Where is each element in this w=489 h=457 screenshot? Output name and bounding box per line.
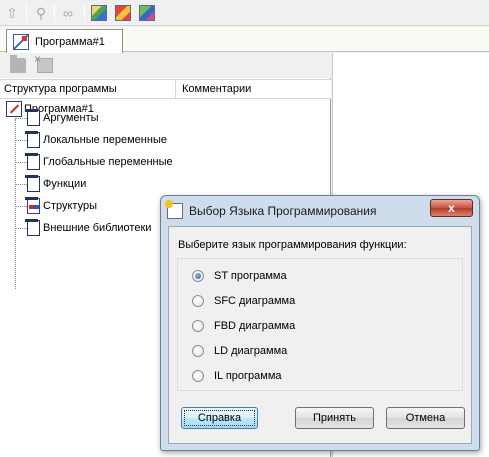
tree-branch	[15, 205, 27, 207]
tree-item-label: Структуры	[43, 200, 97, 212]
dialog-title: Выбор Языка Программирования	[189, 204, 377, 218]
column-comments[interactable]: Комментарии	[176, 80, 251, 98]
tree-item-label: Аргументы	[43, 112, 99, 124]
radio-label: IL программа	[214, 370, 282, 382]
document-icon	[25, 153, 40, 170]
document-icon	[25, 219, 40, 236]
radio-il-program[interactable]: IL программа	[192, 368, 282, 384]
tree-branch	[15, 161, 27, 163]
tree-branch	[15, 183, 27, 185]
tree-item-external-libraries[interactable]: Внешние библиотеки	[15, 217, 151, 239]
radio-label: FBD диаграмма	[214, 320, 296, 332]
radio-button[interactable]	[192, 270, 204, 282]
close-icon: x	[448, 201, 455, 215]
accept-button-label: Принять	[313, 412, 356, 424]
help-button-label: Справка	[197, 412, 242, 424]
language-radio-group: ST программа SFC диаграмма FBD диаграмма…	[177, 258, 463, 391]
pin-icon[interactable]: ⚲	[31, 3, 51, 23]
radio-sfc-diagram[interactable]: SFC диаграмма	[192, 293, 295, 309]
radio-button[interactable]	[192, 370, 204, 382]
structure-icon	[25, 197, 40, 214]
tree-item-structures[interactable]: Структуры	[15, 195, 97, 217]
folder-icon[interactable]	[10, 55, 26, 73]
toolbar-separator	[54, 4, 55, 22]
radio-button[interactable]	[192, 345, 204, 357]
view-icon-3[interactable]	[137, 3, 157, 23]
document-icon	[25, 175, 40, 192]
tree-branch	[15, 117, 27, 119]
tree-column-header: Структура программы Комментарии	[0, 79, 331, 99]
column-structure[interactable]: Структура программы	[0, 80, 176, 98]
tree-item-local-variables[interactable]: Локальные переменные	[15, 129, 167, 151]
close-button[interactable]: x	[430, 199, 473, 217]
view-icon-2[interactable]	[113, 3, 133, 23]
tree-item-label: Глобальные переменные	[43, 156, 173, 168]
radio-st-program[interactable]: ST программа	[192, 268, 287, 284]
diagram-icon	[139, 5, 155, 21]
document-tab-strip: Программа#1	[0, 27, 489, 53]
tree-item-arguments[interactable]: Аргументы	[15, 107, 99, 129]
radio-button[interactable]	[192, 295, 204, 307]
cancel-button-label: Отмена	[405, 412, 446, 424]
dialog-prompt: Выберите язык программирования функции:	[178, 239, 407, 251]
view-icon-1[interactable]	[89, 3, 109, 23]
glasses-icon[interactable]: ∞	[58, 3, 78, 23]
tree-item-label: Функции	[43, 178, 87, 190]
tree-branch	[15, 227, 27, 229]
radio-fbd-diagram[interactable]: FBD диаграмма	[192, 318, 295, 334]
tree-item-functions[interactable]: Функции	[15, 173, 86, 195]
radio-button[interactable]	[192, 320, 204, 332]
delete-item-icon[interactable]	[34, 52, 53, 73]
tree-item-label: Локальные переменные	[43, 134, 167, 146]
tree-toolbar	[0, 52, 331, 78]
main-toolbar: ⇧ ⚲ ∞	[0, 0, 489, 26]
tab-label: Программа#1	[35, 35, 105, 48]
grey-tool-icon-1[interactable]: ⇧	[2, 3, 22, 23]
new-document-icon	[165, 200, 183, 219]
tools-icon	[115, 5, 131, 21]
tree-branch	[15, 139, 27, 141]
chart-icon	[91, 5, 107, 21]
radio-label: ST программа	[214, 270, 287, 282]
radio-label: SFC диаграмма	[214, 295, 296, 307]
document-icon	[25, 109, 40, 126]
tree-item-label: Внешние библиотеки	[43, 222, 152, 234]
document-icon	[25, 131, 40, 148]
program-icon	[13, 33, 29, 50]
cancel-button[interactable]: Отмена	[386, 407, 465, 429]
tree-item-global-variables[interactable]: Глобальные переменные	[15, 151, 173, 173]
dialog-body: Выберите язык программирования функции: …	[168, 226, 472, 444]
language-select-dialog: Выбор Языка Программирования x Выберите …	[160, 195, 480, 451]
radio-ld-diagram[interactable]: LD диаграмма	[192, 343, 287, 359]
accept-button[interactable]: Принять	[295, 407, 374, 429]
toolbar-separator	[84, 4, 85, 22]
radio-label: LD диаграмма	[214, 345, 288, 357]
help-button[interactable]: Справка	[181, 407, 258, 429]
tab-program-1[interactable]: Программа#1	[6, 29, 123, 53]
toolbar-separator	[26, 4, 27, 22]
dialog-titlebar[interactable]: Выбор Языка Программирования x	[161, 196, 479, 226]
